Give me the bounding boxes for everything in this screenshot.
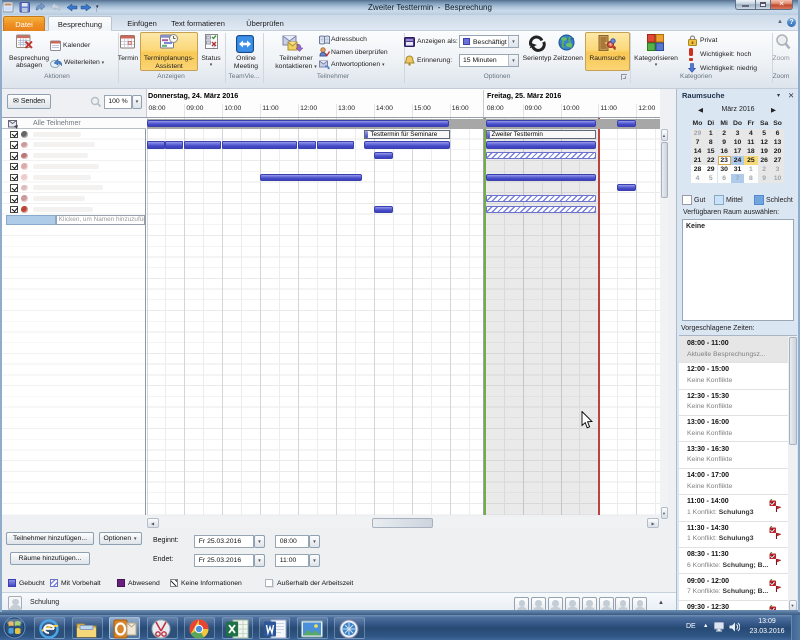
- svg-text:?: ?: [213, 45, 216, 50]
